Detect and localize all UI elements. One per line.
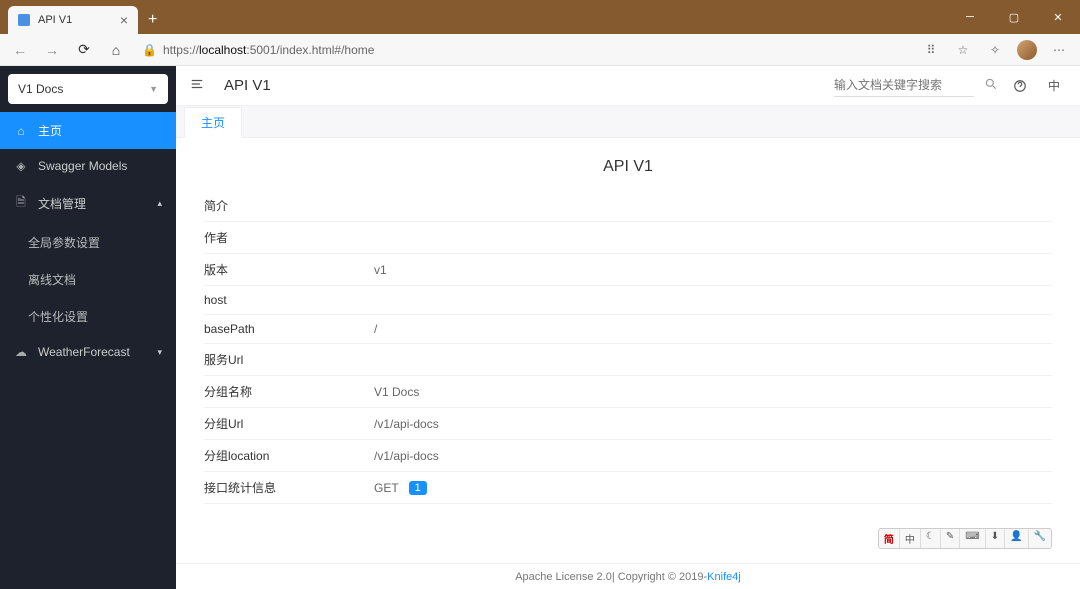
stats-label: 接口统计信息 xyxy=(204,479,374,496)
url-box[interactable]: 🔒 https://localhost:5001/index.html#/hom… xyxy=(134,43,912,57)
info-row-serviceurl: 服务Url xyxy=(204,344,1052,376)
doc-select[interactable]: V1 Docs ▼ xyxy=(8,74,168,104)
tab-strip: 主页 xyxy=(176,106,1080,138)
lang-toggle[interactable]: 中 xyxy=(1042,74,1066,98)
footer-license: Apache License 2.0 xyxy=(515,571,612,583)
tab-close-icon[interactable]: × xyxy=(120,12,128,28)
minimize-button[interactable]: ─ xyxy=(948,0,992,34)
sidebar: V1 Docs ▼ ⌂ 主页 ◈ Swagger Models 🗎 文档管理 ▴… xyxy=(0,66,176,589)
main: API V1 中 主页 API V1 简介 作者 版本v1 hos xyxy=(176,66,1080,589)
home-button[interactable]: ⌂ xyxy=(102,36,130,64)
tab-favicon-icon xyxy=(18,14,30,26)
ime-btn[interactable]: 🔧 xyxy=(1029,529,1051,548)
sidebar-subitem-global-params[interactable]: 全局参数设置 xyxy=(0,224,176,261)
tab-title: API V1 xyxy=(38,14,72,26)
new-tab-button[interactable]: + xyxy=(138,6,167,34)
ime-toolbar[interactable]: 简 中 ☾ ✎ ⌨ ⬇ 👤 🔧 xyxy=(878,528,1052,549)
chevron-down-icon: ▾ xyxy=(157,347,162,358)
sidebar-subitem-personalization[interactable]: 个性化设置 xyxy=(0,298,176,335)
app-title: API V1 xyxy=(224,77,271,94)
help-icon[interactable] xyxy=(1008,74,1032,98)
sidebar-item-label: Swagger Models xyxy=(38,159,127,173)
stats-method: GET xyxy=(374,481,399,495)
info-row-author: 作者 xyxy=(204,222,1052,254)
info-row-groupurl: 分组Url/v1/api-docs xyxy=(204,408,1052,440)
home-icon: ⌂ xyxy=(14,124,28,138)
info-row-stats: 接口统计信息 GET 1 xyxy=(204,472,1052,504)
stats-count-badge: 1 xyxy=(409,481,427,495)
translate-icon[interactable]: ⠿ xyxy=(916,36,946,64)
back-button[interactable]: ← xyxy=(6,36,34,64)
browser-toolbar-icons: ⠿ ☆ ✧ ⋯ xyxy=(916,36,1074,64)
chevron-up-icon: ▴ xyxy=(157,198,162,209)
sidebar-item-label: 主页 xyxy=(38,122,62,139)
sidebar-item-label: 文档管理 xyxy=(38,195,86,212)
sidebar-item-home[interactable]: ⌂ 主页 xyxy=(0,112,176,149)
search-wrapper xyxy=(834,74,974,97)
sidebar-item-doc-manage[interactable]: 🗎 文档管理 ▴ xyxy=(0,183,176,224)
content: API V1 简介 作者 版本v1 host basePath/ 服务Url 分… xyxy=(176,138,1080,563)
ime-btn[interactable]: 简 xyxy=(879,529,900,548)
sidebar-item-weatherforecast[interactable]: ☁ WeatherForecast ▾ xyxy=(0,335,176,369)
maximize-button[interactable]: ▢ xyxy=(992,0,1036,34)
collections-icon[interactable]: ✧ xyxy=(980,36,1010,64)
ime-btn[interactable]: ⬇ xyxy=(986,529,1005,548)
favorite-icon[interactable]: ☆ xyxy=(948,36,978,64)
doc-icon: 🗎 xyxy=(14,193,28,214)
footer-link[interactable]: Knife4j xyxy=(707,571,741,583)
sidebar-item-swagger-models[interactable]: ◈ Swagger Models xyxy=(0,149,176,183)
cloud-icon: ☁ xyxy=(14,345,28,359)
browser-tab[interactable]: API V1 × xyxy=(8,6,138,34)
search-input[interactable] xyxy=(834,78,989,92)
refresh-button[interactable]: ⟳ xyxy=(70,36,98,64)
menu-toggle-icon[interactable] xyxy=(190,77,210,94)
footer: Apache License 2.0 | Copyright © 2019- K… xyxy=(176,563,1080,589)
ime-btn[interactable]: ⌨ xyxy=(960,529,985,548)
more-icon[interactable]: ⋯ xyxy=(1044,36,1074,64)
chevron-down-icon: ▼ xyxy=(149,84,158,94)
browser-titlebar: API V1 × + ─ ▢ ✕ xyxy=(0,0,1080,34)
search-icon[interactable] xyxy=(984,77,998,94)
close-window-button[interactable]: ✕ xyxy=(1036,0,1080,34)
doc-select-label: V1 Docs xyxy=(18,82,63,96)
info-row-groupname: 分组名称V1 Docs xyxy=(204,376,1052,408)
app-root: V1 Docs ▼ ⌂ 主页 ◈ Swagger Models 🗎 文档管理 ▴… xyxy=(0,66,1080,589)
url-text: https://localhost:5001/index.html#/home xyxy=(163,43,375,57)
page-title: API V1 xyxy=(204,148,1052,190)
window-controls: ─ ▢ ✕ xyxy=(948,0,1080,34)
tab-home[interactable]: 主页 xyxy=(184,107,242,138)
lock-icon: 🔒 xyxy=(142,43,157,57)
browser-addressbar: ← → ⟳ ⌂ 🔒 https://localhost:5001/index.h… xyxy=(0,34,1080,66)
cube-icon: ◈ xyxy=(14,159,28,173)
profile-avatar[interactable] xyxy=(1012,36,1042,64)
ime-btn[interactable]: 中 xyxy=(900,529,921,548)
ime-btn[interactable]: ✎ xyxy=(941,529,960,548)
sidebar-item-label: WeatherForecast xyxy=(38,345,130,359)
info-row-basepath: basePath/ xyxy=(204,315,1052,344)
footer-copy: | Copyright © 2019- xyxy=(612,571,707,583)
info-row-intro: 简介 xyxy=(204,190,1052,222)
info-row-version: 版本v1 xyxy=(204,254,1052,286)
forward-button[interactable]: → xyxy=(38,36,66,64)
ime-btn[interactable]: ☾ xyxy=(921,529,941,548)
topbar: API V1 中 xyxy=(176,66,1080,106)
info-row-host: host xyxy=(204,286,1052,315)
info-row-grouplocation: 分组location/v1/api-docs xyxy=(204,440,1052,472)
ime-btn[interactable]: 👤 xyxy=(1005,529,1028,548)
sidebar-subitem-offline-doc[interactable]: 离线文档 xyxy=(0,261,176,298)
